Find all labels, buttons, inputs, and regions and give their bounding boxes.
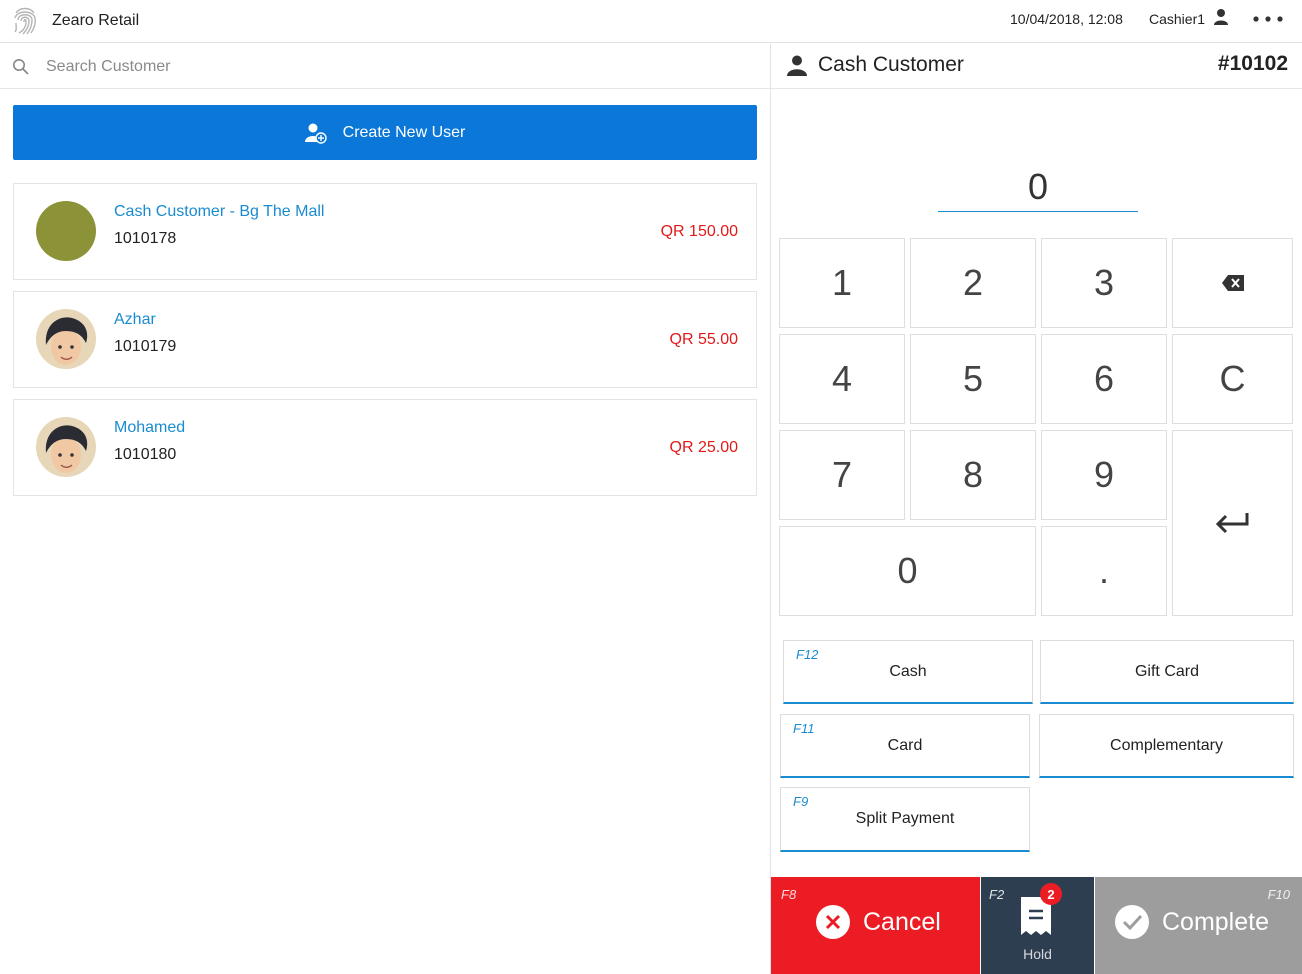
- key-1[interactable]: 1: [779, 238, 905, 328]
- hold-button[interactable]: F2 2 Hold: [981, 877, 1094, 974]
- hold-count-badge: 2: [1040, 883, 1062, 905]
- search-bar: [0, 44, 770, 89]
- enter-icon: [1215, 513, 1248, 534]
- cash-payment-button[interactable]: F12 Cash: [783, 640, 1033, 704]
- payment-panel: Cash Customer #10102 0 1 2 3 4 5 6 C 7 8…: [771, 44, 1302, 974]
- customer-name: Azhar: [114, 311, 156, 328]
- key-decimal[interactable]: .: [1041, 526, 1167, 616]
- cashier-name: Cashier1: [1149, 11, 1206, 27]
- complete-button[interactable]: F10 Complete: [1095, 877, 1302, 974]
- customer-id: 1010179: [114, 338, 177, 355]
- key-9[interactable]: 9: [1041, 430, 1167, 520]
- order-customer-name: Cash Customer: [818, 53, 964, 76]
- gift-card-payment-button[interactable]: Gift Card: [1040, 640, 1294, 704]
- customer-name: Cash Customer - Bg The Mall: [114, 203, 325, 220]
- avatar: [36, 417, 96, 477]
- search-icon: [13, 59, 29, 75]
- fingerprint-logo-icon: [14, 7, 36, 35]
- cancel-icon: [816, 905, 850, 939]
- key-4[interactable]: 4: [779, 334, 905, 424]
- customer-row[interactable]: Mohamed 1010180 QR 25.00: [13, 399, 757, 496]
- split-payment-button[interactable]: F9 Split Payment: [780, 787, 1030, 852]
- order-number: #10102: [1217, 52, 1288, 75]
- shortcut-key: F11: [793, 721, 815, 736]
- customer-amount: QR 150.00: [660, 223, 738, 240]
- shortcut-key: F8: [781, 887, 797, 902]
- order-header: Cash Customer #10102: [771, 44, 1302, 89]
- backspace-key[interactable]: [1172, 238, 1293, 328]
- customer-name: Mohamed: [114, 419, 186, 436]
- shortcut-key: F12: [796, 647, 819, 662]
- add-user-icon: [304, 123, 327, 144]
- shortcut-key: F10: [1267, 887, 1290, 902]
- customer-amount: QR 55.00: [669, 331, 738, 348]
- search-customer-input[interactable]: [46, 54, 746, 80]
- check-icon: [1115, 905, 1149, 939]
- customer-panel: Create New User Cash Customer - Bg The M…: [0, 44, 770, 974]
- key-3[interactable]: 3: [1041, 238, 1167, 328]
- shortcut-key: F9: [793, 794, 809, 809]
- date-time: 10/04/2018, 12:08: [1010, 11, 1123, 27]
- person-icon: [787, 55, 807, 76]
- avatar: [36, 309, 96, 369]
- customer-row[interactable]: Cash Customer - Bg The Mall 1010178 QR 1…: [13, 183, 757, 280]
- key-2[interactable]: 2: [910, 238, 1036, 328]
- cancel-label: Cancel: [863, 908, 941, 936]
- cash-label: Cash: [889, 663, 927, 680]
- complementary-payment-button[interactable]: Complementary: [1039, 714, 1294, 778]
- key-5[interactable]: 5: [910, 334, 1036, 424]
- customer-amount: QR 25.00: [669, 439, 738, 456]
- create-new-user-label: Create New User: [342, 123, 466, 141]
- avatar: [36, 201, 96, 261]
- create-new-user-button[interactable]: Create New User: [13, 105, 757, 160]
- card-label: Card: [887, 737, 923, 754]
- complementary-label: Complementary: [1110, 737, 1223, 754]
- enter-key[interactable]: [1172, 430, 1293, 616]
- card-payment-button[interactable]: F11 Card: [780, 714, 1030, 778]
- cancel-button[interactable]: F8 Cancel: [771, 877, 980, 974]
- key-0[interactable]: 0: [779, 526, 1036, 616]
- gift-card-label: Gift Card: [1134, 663, 1199, 680]
- user-icon[interactable]: [1213, 8, 1229, 26]
- backspace-icon: [1221, 275, 1244, 291]
- split-payment-label: Split Payment: [855, 810, 955, 827]
- top-bar: Zearo Retail 10/04/2018, 12:08 Cashier1: [0, 0, 1302, 43]
- hold-label: Hold: [1023, 946, 1052, 962]
- amount-display[interactable]: 0: [938, 166, 1138, 212]
- customer-row[interactable]: Azhar 1010179 QR 55.00: [13, 291, 757, 388]
- complete-label: Complete: [1162, 908, 1269, 936]
- app-title: Zearo Retail: [52, 12, 140, 29]
- key-6[interactable]: 6: [1041, 334, 1167, 424]
- more-options-icon[interactable]: [1250, 12, 1286, 26]
- key-8[interactable]: 8: [910, 430, 1036, 520]
- clear-key[interactable]: C: [1172, 334, 1293, 424]
- customer-id: 1010178: [114, 230, 177, 247]
- customer-id: 1010180: [114, 446, 177, 463]
- shortcut-key: F2: [989, 887, 1005, 902]
- key-7[interactable]: 7: [779, 430, 905, 520]
